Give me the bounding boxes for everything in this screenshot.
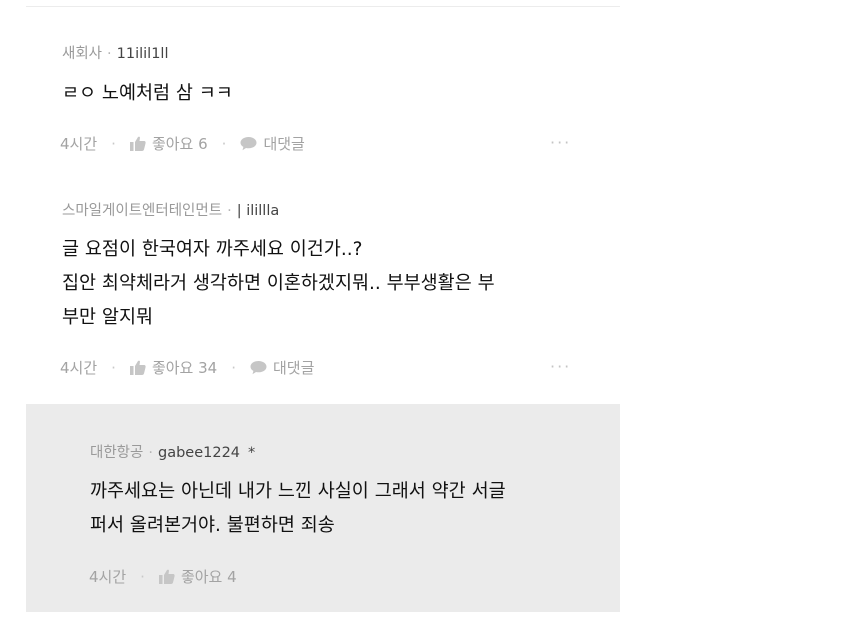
timestamp: 4시간	[60, 359, 98, 377]
speech-bubble-icon	[240, 137, 257, 151]
like-button[interactable]: 좋아요 4	[158, 566, 237, 587]
more-dots-icon[interactable]: ···	[550, 133, 571, 152]
comment-body-line: 까주세요는 아닌데 내가 느낀 사실이 그래서 약간 서글	[90, 481, 506, 502]
timestamp: 4시간	[60, 135, 98, 153]
reply-label: 대댓글	[263, 135, 305, 153]
comment-footer: 4시간 · 좋아요 6 · 대댓글	[60, 133, 305, 154]
comment-body-line: ㄹㅇ 노예처럼 삼 ㅋㅋ	[62, 83, 233, 104]
thumbs-up-icon	[129, 360, 146, 375]
company-name: 대한항공	[90, 445, 144, 461]
like-count: 좋아요 4	[180, 568, 237, 586]
comment-body-line: 글 요점이 한국여자 까주세요 이건가..?	[62, 239, 363, 260]
comment-footer: 4시간 · 좋아요 4	[89, 566, 237, 587]
separator-dot: ·	[221, 134, 227, 153]
reply-label: 대댓글	[272, 359, 315, 377]
comment-body-line: 퍼서 올려본거야. 불편하면 죄송	[90, 515, 335, 536]
author-mark: *	[248, 445, 256, 461]
comment-body: ㄹㅇ 노예처럼 삼 ㅋㅋ	[62, 77, 233, 111]
reply-button[interactable]: 대댓글	[240, 133, 305, 154]
timestamp: 4시간	[89, 568, 127, 586]
separator-dot: ·	[111, 358, 116, 377]
company-name: 새회사	[62, 46, 103, 62]
speech-bubble-icon	[250, 361, 267, 375]
comment-body-line: 부만 알지뭐	[62, 307, 153, 328]
separator-dot: ·	[140, 567, 145, 586]
comment-meta: 대한항공 · gabee1224 *	[90, 441, 255, 462]
comment-meta: 스마일게이트엔터테인먼트 · | ilillla	[62, 199, 279, 220]
separator-dot: ·	[231, 358, 236, 377]
separator-dot: ·	[111, 134, 116, 153]
comment-body: 까주세요는 아닌데 내가 느낀 사실이 그래서 약간 서글 퍼서 올려본거야. …	[90, 475, 506, 543]
separator-dot: ·	[107, 46, 112, 62]
comment-footer: 4시간 · 좋아요 34 · 대댓글	[60, 357, 314, 378]
separator-dot: ·	[148, 445, 153, 461]
comment-body: 글 요점이 한국여자 까주세요 이건가..? 집안 최약체라거 생각하면 이혼하…	[62, 233, 495, 335]
like-button[interactable]: 좋아요 34	[129, 357, 218, 378]
reply-button[interactable]: 대댓글	[250, 357, 314, 378]
comment-body-line: 집안 최약체라거 생각하면 이혼하겠지뭐.. 부부생활은 부	[62, 273, 495, 294]
username[interactable]: 11ilil1ll	[117, 46, 169, 62]
username[interactable]: gabee1224	[158, 445, 240, 461]
comment: 스마일게이트엔터테인먼트 · | ilillla 글 요점이 한국여자 까주세요 이…	[26, 175, 620, 403]
thumbs-up-icon	[158, 569, 175, 584]
comment: 새회사 · 11ilil1ll ㄹㅇ 노예처럼 삼 ㅋㅋ 4시간 · 좋아요 6 ·…	[26, 0, 620, 175]
like-button[interactable]: 좋아요 6	[129, 133, 208, 154]
separator-dot: ·	[227, 203, 232, 219]
more-dots-icon[interactable]: ···	[550, 357, 571, 376]
comment-meta: 새회사 · 11ilil1ll	[62, 42, 169, 63]
company-name: 스마일게이트엔터테인먼트	[62, 203, 223, 219]
reply-comment: 대한항공 · gabee1224 * 까주세요는 아닌데 내가 느낀 사실이 그래서 …	[26, 404, 620, 612]
thumbs-up-icon	[129, 136, 146, 151]
like-count: 좋아요 6	[151, 135, 208, 153]
like-count: 좋아요 34	[151, 359, 218, 377]
username[interactable]: | ilillla	[237, 203, 280, 219]
